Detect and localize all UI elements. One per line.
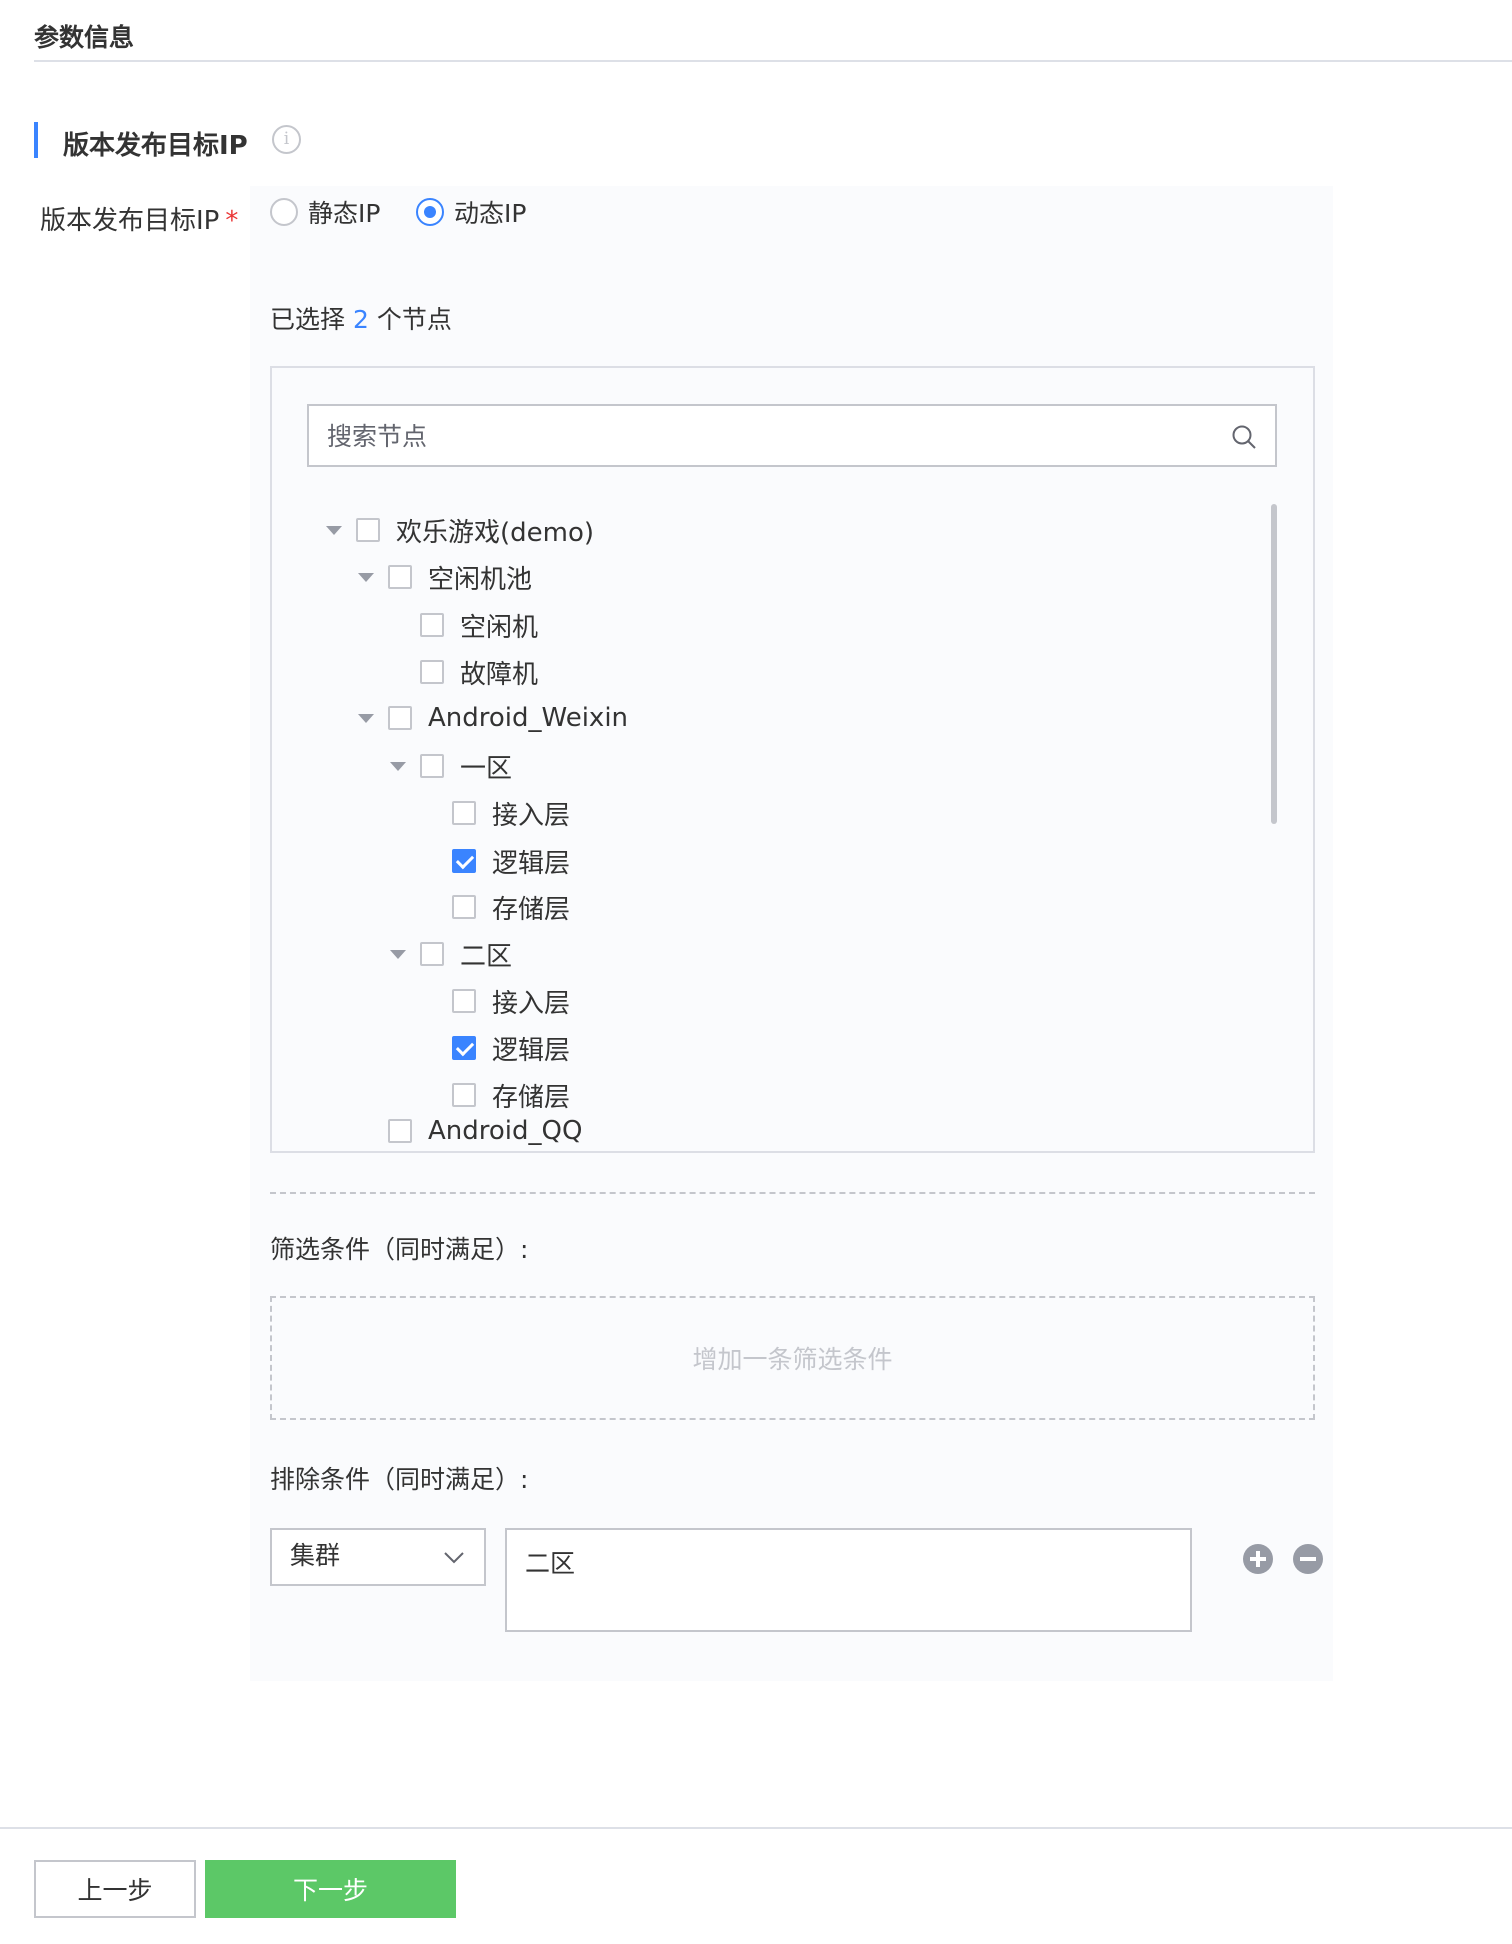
selected-suffix: 个节点 [376,305,452,334]
tree-node-checkbox[interactable] [420,660,444,684]
tree-node[interactable]: 逻辑层 [452,841,570,881]
remove-condition-icon[interactable] [1293,1544,1323,1574]
tree-node-checkbox[interactable] [452,801,476,825]
expand-arrow-icon[interactable] [390,762,406,771]
exclude-value-textarea[interactable]: 二区 [505,1528,1192,1632]
tree-node[interactable]: 存储层 [452,887,570,927]
required-mark: * [225,206,239,236]
next-step-button[interactable]: 下一步 [205,1860,456,1918]
radio-static-ip[interactable]: 静态IP [270,194,380,230]
expand-arrow-icon[interactable] [358,573,374,582]
search-icon[interactable] [1231,424,1257,450]
tree-node-label: 存储层 [492,1082,571,1113]
tree-node[interactable]: Android_Weixin [388,698,628,738]
search-input[interactable] [327,420,1207,452]
add-condition-icon[interactable] [1243,1544,1273,1574]
tree-node-checkbox[interactable] [388,1119,412,1143]
tree-node-checkbox[interactable] [388,565,412,589]
section-title: 版本发布目标IP [63,131,248,161]
tree-node-label: 一区 [460,753,513,784]
form-label: 版本发布目标IP * [40,200,238,237]
radio-dynamic-ip-label: 动态IP [454,199,527,228]
tree-node-checkbox[interactable] [452,1083,476,1107]
tree-node[interactable]: Android_QQ [388,1113,582,1149]
form-label-text: 版本发布目标IP [40,206,220,236]
tree-node-label: 接入层 [492,988,571,1019]
tree-node-label: 欢乐游戏(demo) [396,517,595,548]
radio-dynamic-ip-circle[interactable] [416,198,444,226]
info-icon[interactable]: i [272,125,301,154]
tree-node-checkbox-checked[interactable] [452,849,476,873]
tree-node[interactable]: 存储层 [452,1075,570,1115]
tree-node-checkbox[interactable] [356,518,380,542]
tree-node-label: 二区 [460,941,513,972]
tree-node[interactable]: 逻辑层 [452,1028,570,1068]
expand-arrow-icon[interactable] [326,526,342,535]
add-filter-button[interactable]: 增加一条筛选条件 [270,1296,1315,1420]
tree-node[interactable]: 空闲机 [420,605,538,645]
tree-node-label: Android_Weixin [428,703,629,733]
tree-node-label: 逻辑层 [492,1035,571,1066]
tree-node[interactable]: 接入层 [452,981,570,1021]
tree-node-checkbox[interactable] [388,706,412,730]
exclude-conditions-label: 排除条件（同时满足）: [270,1465,529,1494]
page-title: 参数信息 [34,23,135,52]
radio-static-ip-circle[interactable] [270,198,298,226]
prev-step-button[interactable]: 上一步 [34,1860,196,1918]
expand-arrow-icon[interactable] [390,950,406,959]
radio-static-ip-label: 静态IP [308,199,381,228]
tree-node-label: 逻辑层 [492,848,571,879]
tree-node-label: 故障机 [460,659,539,690]
selected-nodes-summary: 已选择 2 个节点 [270,300,452,336]
tree-node[interactable]: 空闲机池 [388,557,532,597]
exclude-field-select[interactable]: 集群 [270,1528,486,1586]
filter-conditions-label: 筛选条件（同时满足）: [270,1235,529,1264]
tree-node-label: 接入层 [492,800,571,831]
expand-arrow-icon[interactable] [358,714,374,723]
tree-node-label: 空闲机池 [428,564,533,595]
tree-node-checkbox[interactable] [420,942,444,966]
exclude-field-value: 集群 [290,1541,341,1570]
dashed-divider [270,1192,1315,1194]
tree-scrollbar[interactable] [1271,504,1277,824]
tree-node[interactable]: 欢乐游戏(demo) [356,510,594,550]
radio-dynamic-ip[interactable]: 动态IP [416,194,526,230]
tree-node-checkbox[interactable] [452,895,476,919]
tree-node-checkbox[interactable] [420,754,444,778]
search-box [307,404,1277,467]
section-accent-bar [34,122,38,158]
exclude-value-text: 二区 [525,1549,576,1578]
tree-node[interactable]: 故障机 [420,652,538,692]
footer-divider [0,1827,1512,1829]
tree-node-checkbox-checked[interactable] [452,1036,476,1060]
tree-node[interactable]: 接入层 [452,793,570,833]
tree-node-label: Android_QQ [428,1116,583,1146]
header-divider [34,60,1512,62]
tree-node-label: 存储层 [492,894,571,925]
selected-prefix: 已选择 [270,305,346,334]
tree-node-checkbox[interactable] [452,989,476,1013]
tree-node[interactable]: 二区 [420,934,512,974]
selected-count: 2 [353,305,369,334]
tree-node-checkbox[interactable] [420,613,444,637]
tree-node-label: 空闲机 [460,612,539,643]
chevron-down-icon [444,1552,464,1564]
tree-node[interactable]: 一区 [420,746,512,786]
